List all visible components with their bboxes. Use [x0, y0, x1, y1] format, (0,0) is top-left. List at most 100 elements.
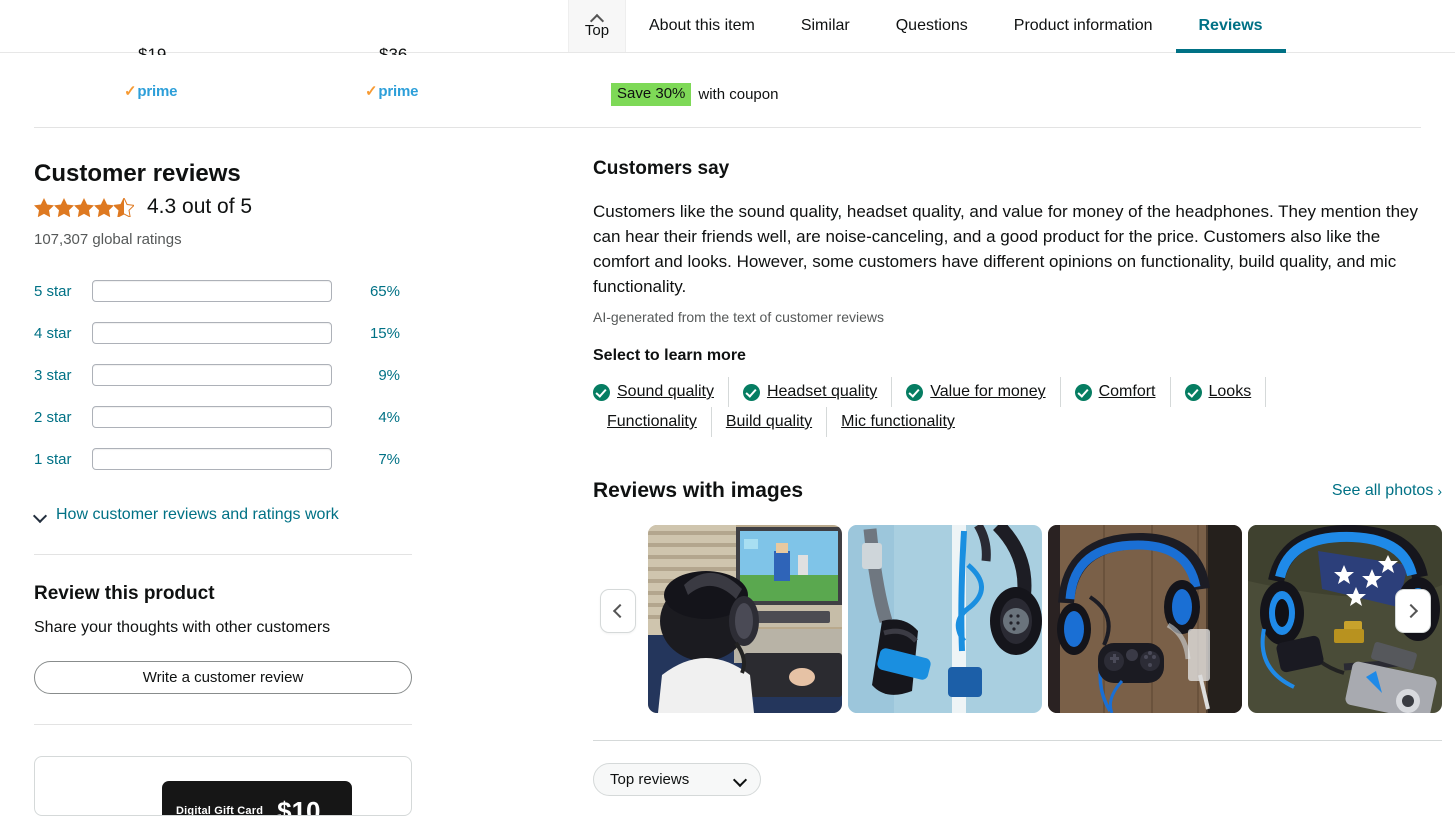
nav-link-reviews[interactable]: Reviews: [1175, 0, 1286, 53]
nav-link-product-information[interactable]: Product information: [991, 0, 1176, 53]
review-image-thumbnail[interactable]: [648, 525, 842, 713]
reviews-main: Customer reviews 4.3 out of 5 107,307 gl…: [0, 158, 1455, 816]
review-image-thumbnail[interactable]: [848, 525, 1042, 713]
chevron-up-icon: [592, 14, 603, 21]
histogram-label-5-star[interactable]: 5 star: [34, 283, 92, 300]
topic-label: Mic functionality: [841, 413, 955, 430]
coupon-row: Save 30% with coupon: [611, 83, 778, 106]
customer-reviews-title: Customer reviews: [34, 160, 241, 187]
histogram-percent-1-star[interactable]: 7%: [332, 451, 400, 468]
topic-chip-mic-functionality[interactable]: Mic functionality: [827, 407, 969, 437]
prime-badge-2: ✓prime: [365, 82, 418, 100]
coupon-badge[interactable]: Save 30%: [611, 83, 692, 106]
topic-label: Functionality: [607, 413, 697, 430]
secondary-nav-bar: Top About this item Similar Questions Pr…: [0, 0, 1455, 53]
prime-check-icon: ✓: [124, 83, 137, 100]
histogram-label-3-star[interactable]: 3 star: [34, 367, 92, 384]
sort-reviews-dropdown[interactable]: Top reviews: [593, 763, 761, 796]
sort-selected-label: Top reviews: [610, 771, 690, 788]
coupon-text: with coupon: [698, 86, 779, 103]
histogram-bar-1-star[interactable]: [92, 448, 332, 470]
chevron-down-icon: [735, 776, 746, 784]
reviews-left-column: Customer reviews 4.3 out of 5 107,307 gl…: [34, 158, 580, 816]
histogram-label-1-star[interactable]: 1 star: [34, 451, 92, 468]
reviews-right-column: Customers say Customers like the sound q…: [580, 158, 1443, 816]
see-all-photos-label: See all photos: [1331, 482, 1434, 499]
carousel-track: [648, 525, 1443, 713]
prime-badge-1: ✓prime: [124, 82, 177, 100]
write-customer-review-button[interactable]: Write a customer review: [34, 661, 412, 694]
histogram-label-2-star[interactable]: 2 star: [34, 409, 92, 426]
topic-label: Comfort: [1098, 383, 1156, 400]
topic-chip-headset-quality[interactable]: Headset quality: [729, 377, 893, 407]
global-ratings-count: 107,307 global ratings: [34, 231, 182, 248]
topic-chip-looks[interactable]: Looks: [1171, 377, 1267, 407]
topic-chip-value-for-money[interactable]: Value for money: [892, 377, 1061, 407]
reviews-with-images-header: Reviews with images See all photos ›: [593, 479, 1442, 503]
histogram-percent-2-star[interactable]: 4%: [332, 409, 400, 426]
histogram-row-3-star[interactable]: 3 star 9%: [34, 354, 580, 396]
check-circle-icon: [742, 383, 760, 401]
review-image-thumbnail[interactable]: [1048, 525, 1242, 713]
nav-link-questions[interactable]: Questions: [873, 0, 991, 53]
review-images-carousel: [593, 525, 1443, 713]
sort-controls: Top reviews: [593, 763, 1443, 796]
topic-label: Looks: [1208, 383, 1252, 400]
histogram-bar-4-star[interactable]: [92, 322, 332, 344]
check-circle-icon: [906, 383, 924, 401]
gift-card-amount: $10: [277, 795, 321, 816]
chevron-right-icon: ›: [1437, 483, 1442, 499]
prime-check-icon: ✓: [365, 83, 378, 100]
customers-say-title: Customers say: [593, 158, 730, 179]
star-rating-icon: [34, 197, 134, 217]
chevron-right-icon: [1403, 603, 1419, 619]
topic-label: Headset quality: [766, 383, 878, 400]
topic-chip-build-quality[interactable]: Build quality: [712, 407, 828, 437]
histogram-bar-5-star[interactable]: [92, 280, 332, 302]
histogram-percent-4-star[interactable]: 15%: [332, 325, 400, 342]
how-reviews-work-toggle[interactable]: How customer reviews and ratings work: [34, 506, 580, 524]
see-all-photos-link[interactable]: See all photos ›: [1332, 482, 1442, 500]
chevron-down-icon: [34, 511, 47, 520]
histogram-row-4-star[interactable]: 4 star 15%: [34, 312, 580, 354]
topic-chip-list: Sound quality Headset quality Value for …: [593, 377, 1383, 437]
gift-card-promo[interactable]: Digital Gift Card $10: [34, 756, 412, 816]
topic-chip-comfort[interactable]: Comfort: [1061, 377, 1171, 407]
divider: [593, 740, 1442, 741]
review-product-subtitle: Share your thoughts with other customers: [34, 619, 331, 636]
carousel-next-button[interactable]: [1395, 589, 1431, 633]
histogram-bar-2-star[interactable]: [92, 406, 332, 428]
topic-label: Build quality: [725, 413, 813, 430]
topic-chip-functionality[interactable]: Functionality: [593, 407, 712, 437]
topic-label: Sound quality: [617, 383, 714, 400]
rating-histogram: 5 star 65% 4 star 15% 3 star 9% 2 star 4…: [34, 270, 580, 480]
prime-label: prime: [378, 83, 419, 100]
reviews-with-images-title: Reviews with images: [593, 479, 804, 502]
check-circle-icon: [1184, 383, 1202, 401]
gift-card-label: Digital Gift Card: [176, 805, 264, 816]
carousel-prev-button[interactable]: [600, 589, 636, 633]
histogram-row-1-star[interactable]: 1 star 7%: [34, 438, 580, 480]
scroll-to-top-button[interactable]: Top: [568, 0, 626, 52]
histogram-row-2-star[interactable]: 2 star 4%: [34, 396, 580, 438]
rating-value-label: 4.3 out of 5: [147, 195, 253, 218]
topic-label: Value for money: [930, 383, 1046, 400]
ai-generated-note: AI-generated from the text of customer r…: [593, 309, 885, 325]
histogram-percent-5-star[interactable]: 65%: [332, 283, 400, 300]
histogram-bar-3-star[interactable]: [92, 364, 332, 386]
check-circle-icon: [1074, 383, 1092, 401]
nav-link-about-this-item[interactable]: About this item: [626, 0, 778, 53]
chevron-left-icon: [612, 603, 628, 619]
review-product-title: Review this product: [34, 583, 215, 604]
customers-say-summary: Customers like the sound quality, headse…: [593, 202, 1419, 296]
histogram-label-4-star[interactable]: 4 star: [34, 325, 92, 342]
histogram-percent-3-star[interactable]: 9%: [332, 367, 400, 384]
select-to-learn-more-title: Select to learn more: [593, 347, 746, 364]
overall-rating-row[interactable]: 4.3 out of 5: [34, 195, 580, 219]
topic-chip-sound-quality[interactable]: Sound quality: [593, 377, 729, 407]
nav-link-similar[interactable]: Similar: [778, 0, 873, 53]
how-reviews-work-label: How customer reviews and ratings work: [56, 506, 339, 523]
prime-label: prime: [137, 83, 178, 100]
divider: [34, 554, 412, 555]
histogram-row-5-star[interactable]: 5 star 65%: [34, 270, 580, 312]
